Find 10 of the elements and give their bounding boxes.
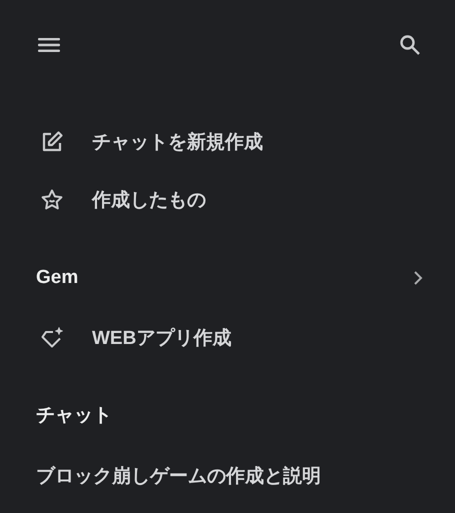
nav-item[interactable]: 作成したもの [92, 187, 206, 213]
star-icon [40, 188, 64, 212]
edit-icon [40, 130, 64, 154]
chat-item[interactable]: ブロック崩しゲームの作成と説明 [36, 447, 423, 505]
chevron-right-icon[interactable] [413, 270, 423, 286]
nav-item[interactable]: チャットを新規作成 [92, 129, 263, 155]
gem-item[interactable]: WEBアプリ作成 [92, 325, 232, 351]
section-title: Gem [36, 267, 78, 289]
sparkle-heart-icon [40, 326, 64, 350]
section-title: チャット [36, 404, 112, 428]
